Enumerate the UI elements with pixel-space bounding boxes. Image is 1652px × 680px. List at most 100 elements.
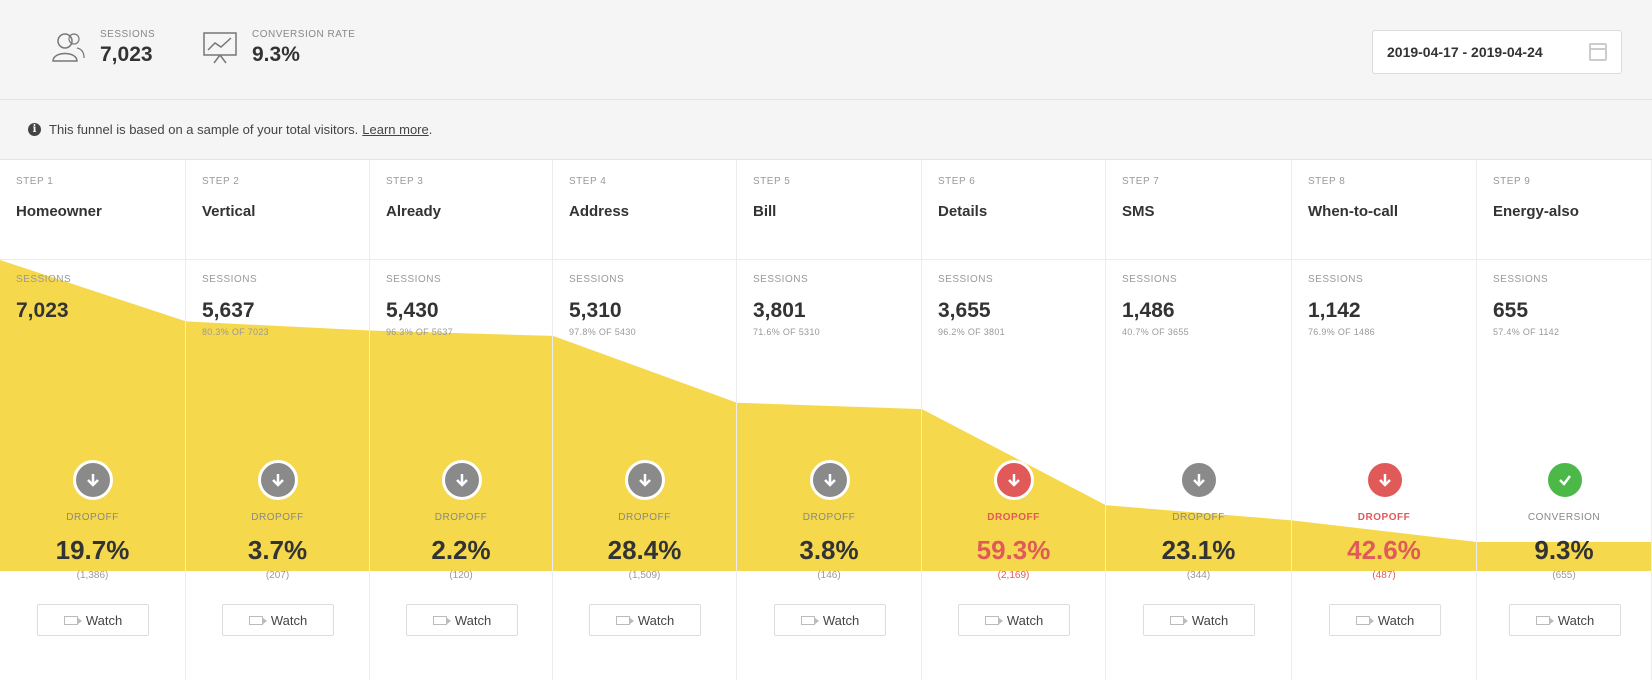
- step-header: STEP 8 When-to-call: [1292, 160, 1476, 260]
- video-camera-icon: [984, 615, 1003, 625]
- watch-button[interactable]: Watch: [958, 604, 1070, 636]
- sessions-count: 655: [1493, 299, 1529, 322]
- sessions-label: SESSIONS: [938, 274, 994, 285]
- watch-label: Watch: [1006, 612, 1044, 628]
- funnel-chart: STEP 1 Homeowner SESSIONS 7,023 DROPOFF …: [0, 160, 1652, 680]
- users-icon: [52, 33, 85, 62]
- sample-notice-text: This funnel is based on a sample of your…: [49, 122, 359, 137]
- dropoff-label: DROPOFF: [434, 512, 488, 523]
- funnel-step-column: STEP 4 Address SESSIONS 5,310 97.8% OF 5…: [553, 160, 737, 680]
- sessions-percent: 40.7% OF 3655: [1122, 327, 1189, 337]
- watch-label: Watch: [1377, 612, 1415, 628]
- arrow-down-icon: [456, 474, 468, 487]
- sessions-label: SESSIONS: [1493, 274, 1549, 285]
- step-sessions: SESSIONS 3,801 71.6% OF 5310: [753, 274, 820, 337]
- dropoff-label: DROPOFF: [251, 512, 304, 523]
- dropoff-count: (146): [817, 570, 841, 581]
- arrow-down-icon: [639, 474, 651, 487]
- check-icon: [1559, 475, 1571, 486]
- step-header: STEP 2 Vertical: [186, 160, 369, 260]
- step-sessions: SESSIONS 1,142 76.9% OF 1486: [1308, 274, 1375, 337]
- dropoff-value: 28.4%: [607, 535, 682, 565]
- video-camera-icon: [1535, 615, 1554, 625]
- watch-button[interactable]: Watch: [774, 604, 886, 636]
- step-number: STEP 7: [1122, 176, 1160, 187]
- dropoff-block: DROPOFF 3.7% (207): [186, 512, 369, 581]
- dropoff-block: DROPOFF 19.7% (1,386): [0, 512, 185, 581]
- dropoff-label: CONVERSION: [1527, 512, 1601, 523]
- sessions-label: SESSIONS: [1122, 274, 1178, 285]
- step-name: Bill: [753, 203, 777, 220]
- dropoff-count: (1,509): [628, 570, 661, 581]
- video-camera-icon: [1169, 615, 1188, 625]
- funnel-step-column: STEP 9 Energy-also SESSIONS 655 57.4% OF…: [1477, 160, 1652, 680]
- dropoff-count: (207): [265, 570, 290, 581]
- step-header: STEP 1 Homeowner: [0, 160, 185, 260]
- conversion-value: 9.3%: [252, 43, 300, 66]
- step-sessions: SESSIONS 1,486 40.7% OF 3655: [1122, 274, 1189, 337]
- video-camera-icon: [63, 615, 82, 625]
- watch-label: Watch: [637, 612, 675, 628]
- watch-button[interactable]: Watch: [37, 604, 149, 636]
- watch-button[interactable]: Watch: [1509, 604, 1621, 636]
- dropoff-count: (2,169): [997, 570, 1030, 581]
- watch-label: Watch: [1191, 612, 1229, 628]
- arrow-down-icon: [87, 474, 99, 487]
- arrow-down-icon: [272, 474, 284, 487]
- dropoff-label: DROPOFF: [1172, 512, 1225, 523]
- step-number: STEP 6: [938, 176, 976, 187]
- watch-button[interactable]: Watch: [589, 604, 701, 636]
- step-number: STEP 3: [386, 176, 424, 187]
- sessions-count: 1,142: [1308, 299, 1361, 322]
- dropoff-count: (487): [1372, 570, 1396, 581]
- date-range-picker[interactable]: 2019-04-17 - 2019-04-24: [1372, 30, 1622, 74]
- sessions-label: SESSIONS: [569, 274, 625, 285]
- dropoff-value: 19.7%: [55, 535, 130, 565]
- step-status-marker: [1365, 460, 1405, 500]
- video-camera-icon: [615, 615, 634, 625]
- step-header: STEP 6 Details: [922, 160, 1105, 260]
- sessions-percent: 97.8% OF 5430: [569, 327, 636, 337]
- dropoff-value: 59.3%: [976, 535, 1051, 565]
- step-number: STEP 5: [753, 176, 791, 187]
- funnel-step-column: STEP 2 Vertical SESSIONS 5,637 80.3% OF …: [186, 160, 370, 680]
- step-status-marker: [810, 460, 850, 500]
- watch-button[interactable]: Watch: [1143, 604, 1255, 636]
- watch-label: Watch: [822, 612, 860, 628]
- dropoff-block: DROPOFF 3.8% (146): [737, 512, 921, 581]
- video-camera-icon: [432, 615, 451, 625]
- dropoff-count: (120): [449, 570, 473, 581]
- step-name: Homeowner: [16, 203, 102, 220]
- learn-more-link[interactable]: Learn more: [362, 122, 428, 137]
- step-sessions: SESSIONS 5,310 97.8% OF 5430: [569, 274, 636, 337]
- funnel-step-column: STEP 5 Bill SESSIONS 3,801 71.6% OF 5310…: [737, 160, 922, 680]
- sessions-count: 5,430: [386, 299, 439, 322]
- step-sessions: SESSIONS 655 57.4% OF 1142: [1493, 274, 1559, 337]
- step-sessions: SESSIONS 5,430 96.3% OF 5637: [386, 274, 453, 337]
- funnel-step-column: STEP 6 Details SESSIONS 3,655 96.2% OF 3…: [922, 160, 1106, 680]
- dropoff-block: DROPOFF 28.4% (1,509): [553, 512, 736, 581]
- step-status-marker: [1179, 460, 1219, 500]
- calendar-icon[interactable]: [1589, 43, 1607, 61]
- dropoff-value: 23.1%: [1161, 535, 1236, 565]
- dropoff-block: CONVERSION 9.3% (655): [1477, 512, 1651, 581]
- step-header: STEP 9 Energy-also: [1477, 160, 1651, 260]
- sessions-value: 7,023: [100, 43, 153, 66]
- sessions-label: SESSIONS: [753, 274, 809, 285]
- sessions-count: 5,310: [569, 299, 622, 322]
- funnel-step-column: STEP 1 Homeowner SESSIONS 7,023 DROPOFF …: [0, 160, 186, 680]
- sessions-label: SESSIONS: [386, 274, 442, 285]
- step-status-marker: [1545, 460, 1585, 500]
- step-name: Address: [569, 203, 630, 220]
- dropoff-label: DROPOFF: [987, 512, 1040, 523]
- sessions-label: SESSIONS: [16, 274, 72, 285]
- step-status-marker: [994, 460, 1034, 500]
- step-number: STEP 4: [569, 176, 607, 187]
- dropoff-count: (1,386): [76, 570, 109, 581]
- sessions-percent: 96.2% OF 3801: [938, 327, 1005, 337]
- watch-button[interactable]: Watch: [222, 604, 334, 636]
- watch-button[interactable]: Watch: [1329, 604, 1441, 636]
- watch-label: Watch: [270, 612, 308, 628]
- watch-button[interactable]: Watch: [406, 604, 518, 636]
- arrow-down-icon: [824, 474, 836, 487]
